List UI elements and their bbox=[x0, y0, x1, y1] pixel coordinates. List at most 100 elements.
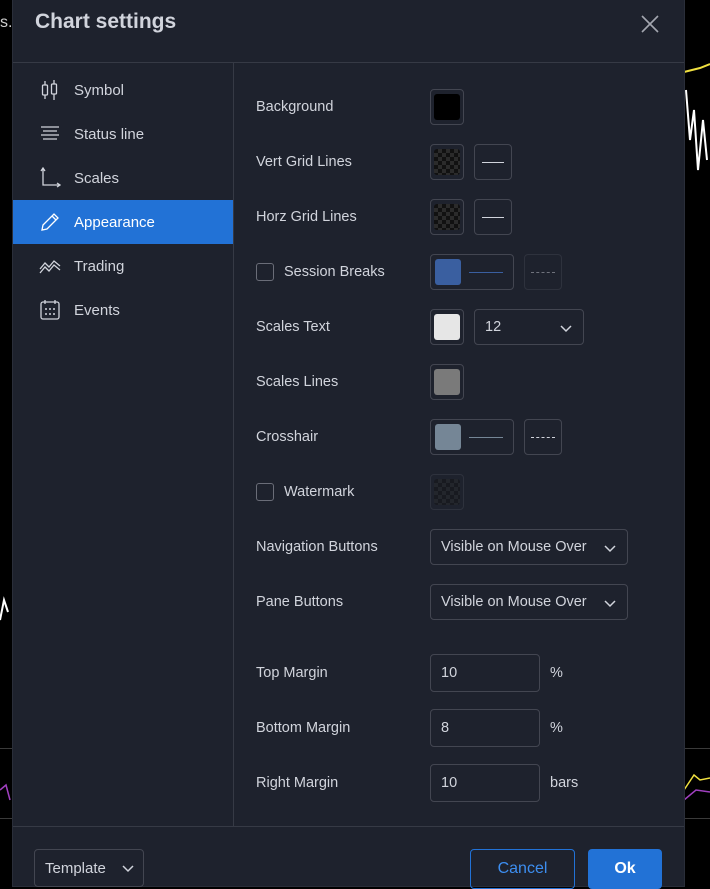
background-color-swatch bbox=[434, 94, 460, 120]
cancel-button[interactable]: Cancel bbox=[470, 849, 575, 889]
sidebar-item-trading[interactable]: Trading bbox=[13, 244, 233, 288]
appearance-panel: Background Vert Grid Lines Horz Grid Lin… bbox=[234, 62, 684, 827]
top-margin-unit: % bbox=[550, 665, 563, 681]
background-row: Background bbox=[256, 87, 464, 127]
watermark-color-swatch bbox=[434, 479, 460, 505]
top-margin-label: Top Margin bbox=[256, 665, 328, 681]
pane-buttons-select[interactable]: Visible on Mouse Over bbox=[430, 584, 628, 620]
bottom-margin-label: Bottom Margin bbox=[256, 720, 351, 736]
chevron-down-icon bbox=[560, 325, 572, 333]
dashed-line-icon bbox=[531, 436, 555, 438]
sidebar-item-scales[interactable]: Scales bbox=[13, 156, 233, 200]
sidebar-item-appearance[interactable]: Appearance bbox=[13, 200, 233, 244]
session-breaks-row: Session Breaks bbox=[256, 252, 562, 292]
watermark-color-button[interactable] bbox=[430, 474, 464, 510]
calendar-icon bbox=[39, 299, 61, 321]
sidebar-item-label: Events bbox=[74, 301, 120, 319]
horz-grid-row: Horz Grid Lines bbox=[256, 197, 512, 237]
scales-text-row: Scales Text 12 bbox=[256, 307, 584, 347]
sidebar-item-events[interactable]: Events bbox=[13, 288, 233, 332]
solid-line-icon bbox=[469, 271, 503, 273]
sidebar-item-label: Symbol bbox=[74, 81, 125, 99]
dialog-title: Chart settings bbox=[35, 10, 177, 33]
status-line-icon bbox=[39, 123, 61, 145]
vert-grid-line-style-button[interactable] bbox=[474, 144, 512, 180]
bottom-margin-unit: % bbox=[550, 720, 563, 736]
settings-sidebar: Symbol Status line Scales Appearance Tra… bbox=[13, 62, 234, 827]
dialog-footer: Template Cancel Ok bbox=[13, 826, 684, 889]
background-color-button[interactable] bbox=[430, 89, 464, 125]
session-breaks-checkbox[interactable] bbox=[256, 263, 274, 281]
dialog-header: Chart settings bbox=[13, 0, 684, 63]
session-breaks-color-swatch bbox=[435, 259, 461, 285]
right-margin-row: Right Margin bars bbox=[256, 763, 578, 803]
scales-text-size-select[interactable]: 12 bbox=[474, 309, 584, 345]
scales-text-color-button[interactable] bbox=[430, 309, 464, 345]
pane-buttons-label: Pane Buttons bbox=[256, 594, 344, 610]
chevron-down-icon bbox=[604, 545, 616, 553]
horz-grid-color-swatch bbox=[434, 204, 460, 230]
watermark-checkbox[interactable] bbox=[256, 483, 274, 501]
close-button[interactable] bbox=[638, 12, 662, 36]
right-margin-input[interactable] bbox=[430, 764, 540, 802]
session-breaks-color-button[interactable] bbox=[430, 254, 514, 290]
watermark-label: Watermark bbox=[284, 484, 355, 500]
solid-line-icon bbox=[482, 216, 504, 218]
template-dropdown[interactable]: Template bbox=[34, 849, 144, 887]
navigation-buttons-label: Navigation Buttons bbox=[256, 539, 378, 555]
horz-grid-color-button[interactable] bbox=[430, 199, 464, 235]
pane-buttons-row: Pane Buttons Visible on Mouse Over bbox=[256, 582, 628, 622]
horz-grid-label: Horz Grid Lines bbox=[256, 209, 357, 225]
vert-grid-row: Vert Grid Lines bbox=[256, 142, 512, 182]
scales-lines-color-button[interactable] bbox=[430, 364, 464, 400]
background-label: Background bbox=[256, 99, 334, 115]
pane-buttons-value: Visible on Mouse Over bbox=[441, 594, 587, 610]
right-margin-label: Right Margin bbox=[256, 775, 339, 791]
scales-lines-row: Scales Lines bbox=[256, 362, 464, 402]
dashed-line-icon bbox=[531, 271, 555, 273]
scales-text-label: Scales Text bbox=[256, 319, 330, 335]
horz-grid-line-style-button[interactable] bbox=[474, 199, 512, 235]
sidebar-item-label: Trading bbox=[74, 257, 125, 275]
navigation-buttons-value: Visible on Mouse Over bbox=[441, 539, 587, 555]
navigation-buttons-row: Navigation Buttons Visible on Mouse Over bbox=[256, 527, 628, 567]
top-margin-input[interactable] bbox=[430, 654, 540, 692]
sidebar-item-label: Appearance bbox=[74, 213, 155, 231]
top-margin-row: Top Margin % bbox=[256, 653, 563, 693]
chart-settings-dialog: Chart settings Symbol Status line Scales bbox=[13, 0, 684, 889]
sidebar-item-label: Scales bbox=[74, 169, 120, 187]
crosshair-color-button[interactable] bbox=[430, 419, 514, 455]
sidebar-item-label: Status line bbox=[74, 125, 145, 143]
vert-grid-label: Vert Grid Lines bbox=[256, 154, 352, 170]
pencil-icon bbox=[39, 211, 61, 233]
watermark-row: Watermark bbox=[256, 472, 464, 512]
scales-lines-color-swatch bbox=[434, 369, 460, 395]
session-breaks-label: Session Breaks bbox=[284, 264, 385, 280]
candlestick-icon bbox=[39, 79, 61, 101]
crosshair-color-swatch bbox=[435, 424, 461, 450]
scales-text-color-swatch bbox=[434, 314, 460, 340]
bottom-margin-input[interactable] bbox=[430, 709, 540, 747]
crosshair-line-style-button[interactable] bbox=[524, 419, 562, 455]
solid-line-icon bbox=[482, 161, 504, 163]
vert-grid-color-button[interactable] bbox=[430, 144, 464, 180]
sidebar-item-symbol[interactable]: Symbol bbox=[13, 68, 233, 112]
chevron-down-icon bbox=[122, 865, 134, 873]
close-icon bbox=[641, 15, 659, 33]
crosshair-label: Crosshair bbox=[256, 429, 319, 445]
scales-text-size-value: 12 bbox=[485, 319, 502, 335]
template-label: Template bbox=[45, 859, 106, 877]
crosshair-row: Crosshair bbox=[256, 417, 562, 457]
scales-lines-label: Scales Lines bbox=[256, 374, 339, 390]
sidebar-item-status-line[interactable]: Status line bbox=[13, 112, 233, 156]
bottom-margin-row: Bottom Margin % bbox=[256, 708, 563, 748]
ok-button[interactable]: Ok bbox=[588, 849, 662, 889]
trading-icon bbox=[39, 255, 61, 277]
vert-grid-color-swatch bbox=[434, 149, 460, 175]
chevron-down-icon bbox=[604, 600, 616, 608]
session-breaks-line-style-button[interactable] bbox=[524, 254, 562, 290]
right-margin-unit: bars bbox=[550, 775, 579, 791]
navigation-buttons-select[interactable]: Visible on Mouse Over bbox=[430, 529, 628, 565]
scales-icon bbox=[39, 167, 61, 189]
solid-line-icon bbox=[469, 436, 503, 438]
